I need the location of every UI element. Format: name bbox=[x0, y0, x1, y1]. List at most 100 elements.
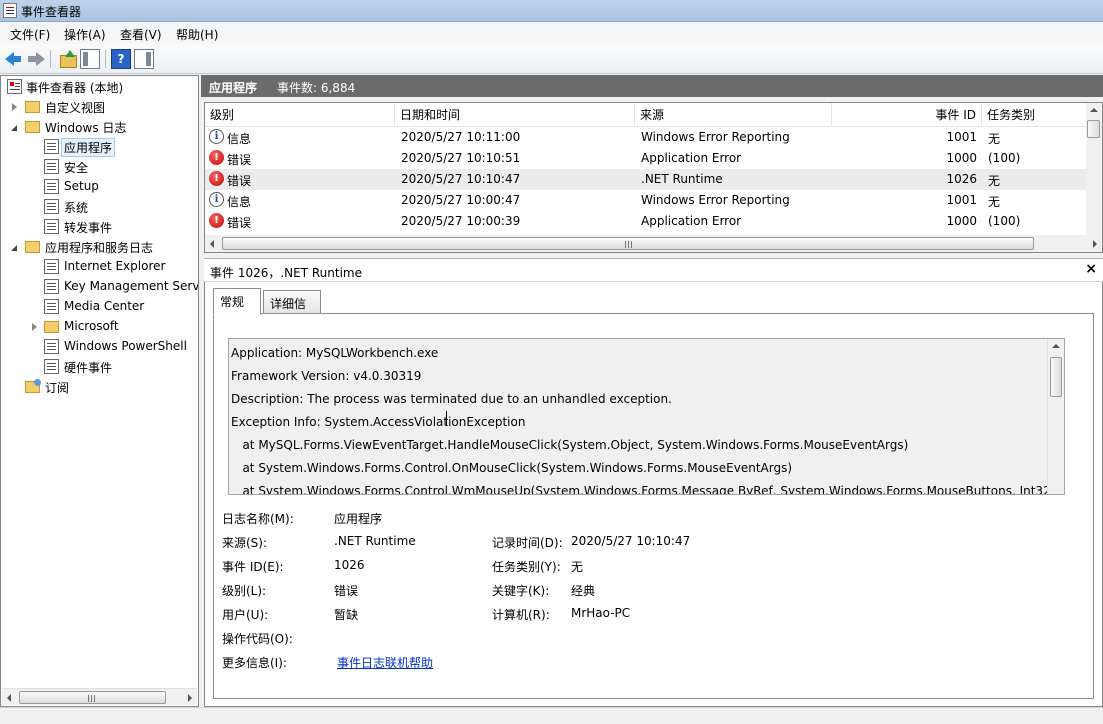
column-source[interactable]: 来源 bbox=[635, 103, 832, 127]
subscription-icon bbox=[25, 379, 41, 393]
log-icon bbox=[44, 359, 59, 374]
tree-item-label: Microsoft bbox=[64, 319, 119, 333]
help-icon[interactable]: ? bbox=[111, 49, 131, 69]
scroll-left-icon[interactable] bbox=[210, 240, 214, 248]
cell-datetime: 2020/5/27 10:10:51 bbox=[401, 151, 521, 165]
scroll-thumb[interactable] bbox=[222, 237, 1034, 250]
description-line: Application: MySQLWorkbench.exe bbox=[231, 346, 439, 360]
menu-action[interactable]: 操作(A) bbox=[64, 26, 106, 43]
computer-value: MrHao-PC bbox=[571, 606, 631, 620]
opcode-label: 操作代码(O): bbox=[222, 632, 293, 646]
column-level[interactable]: 级别 bbox=[205, 103, 395, 127]
tab-general[interactable]: 常规 bbox=[213, 288, 261, 315]
collapse-arrow-icon[interactable] bbox=[11, 125, 17, 131]
cell-datetime: 2020/5/27 10:00:39 bbox=[401, 214, 521, 228]
description-vertical-scrollbar[interactable] bbox=[1047, 339, 1064, 494]
tree-item-label: Key Management Serv bbox=[64, 279, 199, 293]
tree-horizontal-scrollbar[interactable] bbox=[2, 688, 197, 705]
event-description-box[interactable]: Application: MySQLWorkbench.exe Framewor… bbox=[228, 338, 1065, 495]
table-row[interactable]: i 信息 2020/5/27 10:11:00 Windows Error Re… bbox=[205, 127, 1088, 148]
cell-datetime: 2020/5/27 10:00:47 bbox=[401, 193, 521, 207]
column-task-category[interactable]: 任务类别 bbox=[982, 103, 1088, 127]
tree-item-label: 事件查看器 (本地) bbox=[26, 81, 124, 95]
event-log-online-help-link[interactable]: 事件日志联机帮助 bbox=[337, 654, 433, 671]
grid-header: 级别 日期和时间 来源 事件 ID 任务类别 bbox=[205, 103, 1088, 127]
console-tree: 事件查看器 (本地) 自定义视图 Windows 日志 应用程序 安全 Setu… bbox=[0, 75, 199, 707]
tree-item-label: Internet Explorer bbox=[64, 259, 166, 273]
menu-file[interactable]: 文件(F) bbox=[10, 26, 50, 43]
tree-item-label: Windows PowerShell bbox=[64, 339, 187, 353]
cell-level: 错误 bbox=[227, 174, 252, 188]
menu-view[interactable]: 查看(V) bbox=[120, 26, 162, 43]
event-detail-title: 事件 1026，.NET Runtime bbox=[210, 266, 362, 280]
tree-item-label: 自定义视图 bbox=[45, 101, 106, 115]
tree-item-label: 订阅 bbox=[45, 381, 70, 395]
folder-icon bbox=[25, 241, 40, 253]
event-detail-pane: 常规 详细信息 Application: MySQLWorkbench.exe … bbox=[204, 282, 1103, 707]
tree-item-label: 应用程序和服务日志 bbox=[45, 241, 154, 255]
keywords-label: 关键字(K): bbox=[492, 584, 550, 598]
log-icon bbox=[44, 259, 59, 274]
cell-source: Application Error bbox=[641, 151, 742, 165]
general-tab-panel: Application: MySQLWorkbench.exe Framewor… bbox=[213, 313, 1094, 699]
description-line: at MySQL.Forms.ViewEventTarget.HandleMou… bbox=[231, 438, 909, 452]
log-icon bbox=[44, 179, 59, 194]
menu-help[interactable]: 帮助(H) bbox=[176, 26, 218, 43]
close-icon[interactable]: × bbox=[1085, 261, 1097, 277]
cell-task: 无 bbox=[988, 174, 1001, 188]
table-row-selected[interactable]: ! 错误 2020/5/27 10:10:47 .NET Runtime 102… bbox=[205, 169, 1088, 190]
scroll-right-icon[interactable] bbox=[1093, 240, 1097, 248]
level-value: 错误 bbox=[334, 584, 359, 598]
collapse-arrow-icon[interactable] bbox=[11, 245, 17, 251]
scroll-up-icon[interactable] bbox=[1052, 344, 1060, 348]
scroll-thumb[interactable] bbox=[1087, 120, 1100, 138]
source-label: 来源(S): bbox=[222, 536, 268, 550]
grip-icon bbox=[625, 241, 632, 248]
expand-arrow-icon[interactable] bbox=[12, 103, 17, 111]
logged-value: 2020/5/27 10:10:47 bbox=[571, 534, 691, 548]
expand-arrow-icon[interactable] bbox=[32, 323, 37, 331]
column-event-id[interactable]: 事件 ID bbox=[832, 103, 982, 127]
more-info-label: 更多信息(I): bbox=[222, 656, 287, 670]
scroll-thumb[interactable] bbox=[19, 691, 166, 704]
computer-label: 计算机(R): bbox=[492, 608, 550, 622]
text-caret bbox=[446, 411, 447, 426]
main-pane: 应用程序 事件数: 6,884 级别 日期和时间 来源 事件 ID 任务类别 i… bbox=[201, 75, 1103, 707]
table-row[interactable]: ! 错误 2020/5/27 10:10:51 Application Erro… bbox=[205, 148, 1088, 169]
back-arrow-icon[interactable] bbox=[4, 49, 24, 69]
cell-event-id: 1001 bbox=[946, 130, 977, 144]
tab-details[interactable]: 详细信息 bbox=[263, 290, 321, 328]
info-icon: i bbox=[209, 129, 224, 144]
keywords-value: 经典 bbox=[571, 584, 596, 598]
scroll-thumb[interactable] bbox=[1050, 357, 1062, 397]
cell-level: 信息 bbox=[227, 132, 252, 146]
cell-level: 信息 bbox=[227, 195, 252, 209]
cell-level: 错误 bbox=[227, 216, 252, 230]
event-count: 事件数: 6,884 bbox=[277, 81, 356, 95]
scroll-left-icon[interactable] bbox=[7, 694, 11, 702]
grid-vertical-scrollbar[interactable] bbox=[1086, 103, 1102, 235]
log-name-label: 日志名称(M): bbox=[222, 512, 294, 526]
event-viewer-icon bbox=[3, 3, 17, 18]
cell-level: 错误 bbox=[227, 153, 252, 167]
folder-icon bbox=[44, 321, 59, 333]
console-tree-icon[interactable] bbox=[80, 49, 100, 69]
scroll-right-icon[interactable] bbox=[188, 694, 192, 702]
column-datetime[interactable]: 日期和时间 bbox=[395, 103, 635, 127]
tree-item-label: 转发事件 bbox=[64, 221, 113, 235]
source-value: .NET Runtime bbox=[334, 534, 416, 548]
scroll-up-icon[interactable] bbox=[1090, 108, 1098, 112]
level-label: 级别(L): bbox=[222, 584, 267, 598]
window-title: 事件查看器 bbox=[21, 5, 82, 19]
forward-arrow-icon[interactable] bbox=[26, 49, 46, 69]
tree-item-label: Setup bbox=[64, 179, 99, 193]
table-row[interactable]: i 信息 2020/5/27 10:00:47 Windows Error Re… bbox=[205, 190, 1088, 211]
grid-horizontal-scrollbar[interactable] bbox=[205, 235, 1102, 252]
action-pane-icon[interactable] bbox=[134, 49, 154, 69]
table-row[interactable]: ! 错误 2020/5/27 10:00:39 Application Erro… bbox=[205, 211, 1088, 232]
cell-datetime: 2020/5/27 10:11:00 bbox=[401, 130, 521, 144]
info-icon: i bbox=[209, 192, 224, 207]
log-icon bbox=[44, 199, 59, 214]
folder-up-icon[interactable] bbox=[58, 49, 78, 69]
tree-item-label: Media Center bbox=[64, 299, 145, 313]
